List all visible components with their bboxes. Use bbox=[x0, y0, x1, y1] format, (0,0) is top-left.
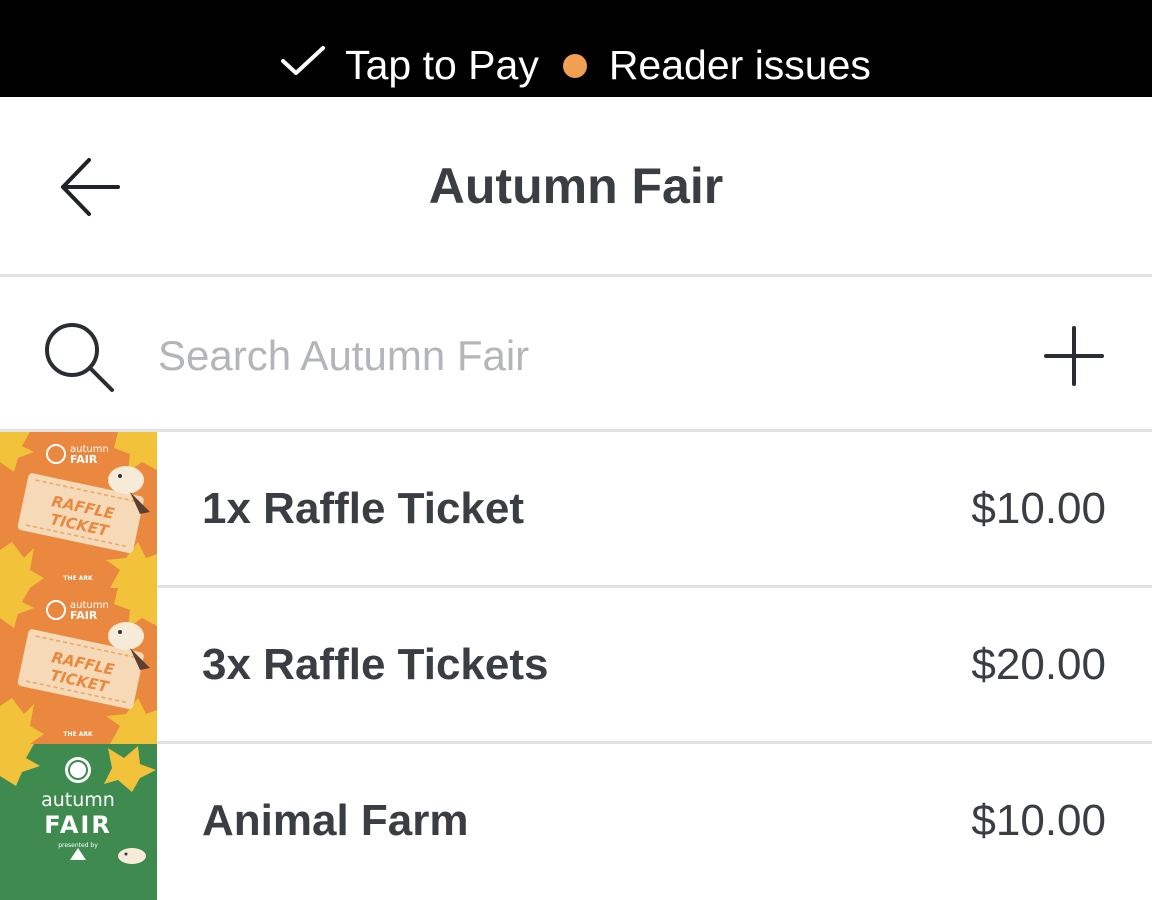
brand-text-2: FAIR bbox=[70, 453, 98, 466]
search-input[interactable] bbox=[158, 326, 978, 386]
list-item[interactable]: RAFFLE TICKET autumn FAIR THE ARK 1x Raf… bbox=[0, 432, 1152, 588]
navigation-header: Autumn Fair bbox=[0, 97, 1152, 277]
checkmark-icon bbox=[281, 45, 326, 75]
search-icon bbox=[45, 323, 114, 392]
item-price: $20.00 bbox=[971, 640, 1106, 689]
item-thumbnail: RAFFLE TICKET autumn FAIR THE ARK bbox=[0, 432, 157, 588]
item-thumbnail: RAFFLE TICKET autumn FAIR THE ARK bbox=[0, 588, 157, 744]
list-item[interactable]: RAFFLE TICKET autumn FAIR THE ARK 3x Raf… bbox=[0, 588, 1152, 744]
item-name: 3x Raffle Tickets bbox=[202, 640, 549, 689]
plus-icon bbox=[1044, 326, 1104, 386]
brand-text-2: FAIR bbox=[44, 811, 112, 839]
item-thumbnail: autumn FAIR presented by bbox=[0, 744, 157, 900]
item-name: Animal Farm bbox=[202, 796, 469, 845]
add-item-button[interactable] bbox=[1040, 322, 1108, 390]
item-list: RAFFLE TICKET autumn FAIR THE ARK 1x Raf… bbox=[0, 432, 1152, 900]
brand-text-2: FAIR bbox=[70, 609, 98, 622]
item-name: 1x Raffle Ticket bbox=[202, 484, 525, 533]
tap-to-pay-status: Tap to Pay bbox=[281, 42, 539, 89]
org-text: THE ARK bbox=[63, 575, 93, 582]
brand-text: autumn bbox=[41, 789, 115, 811]
list-item[interactable]: autumn FAIR presented by Animal Farm $10… bbox=[0, 744, 1152, 900]
page-title: Autumn Fair bbox=[428, 158, 724, 214]
reader-status-dot bbox=[562, 53, 587, 78]
item-price: $10.00 bbox=[971, 484, 1106, 533]
reader-status: Reader issues bbox=[539, 42, 871, 89]
search-bar bbox=[0, 280, 1152, 432]
status-bar: Tap to Pay Reader issues bbox=[0, 0, 1152, 97]
tap-to-pay-label: Tap to Pay bbox=[345, 42, 539, 88]
presented-text: presented by bbox=[58, 842, 98, 849]
reader-status-label: Reader issues bbox=[608, 42, 871, 88]
item-price: $10.00 bbox=[971, 796, 1106, 845]
org-text: THE ARK bbox=[63, 731, 93, 738]
bird-icon bbox=[118, 848, 146, 864]
